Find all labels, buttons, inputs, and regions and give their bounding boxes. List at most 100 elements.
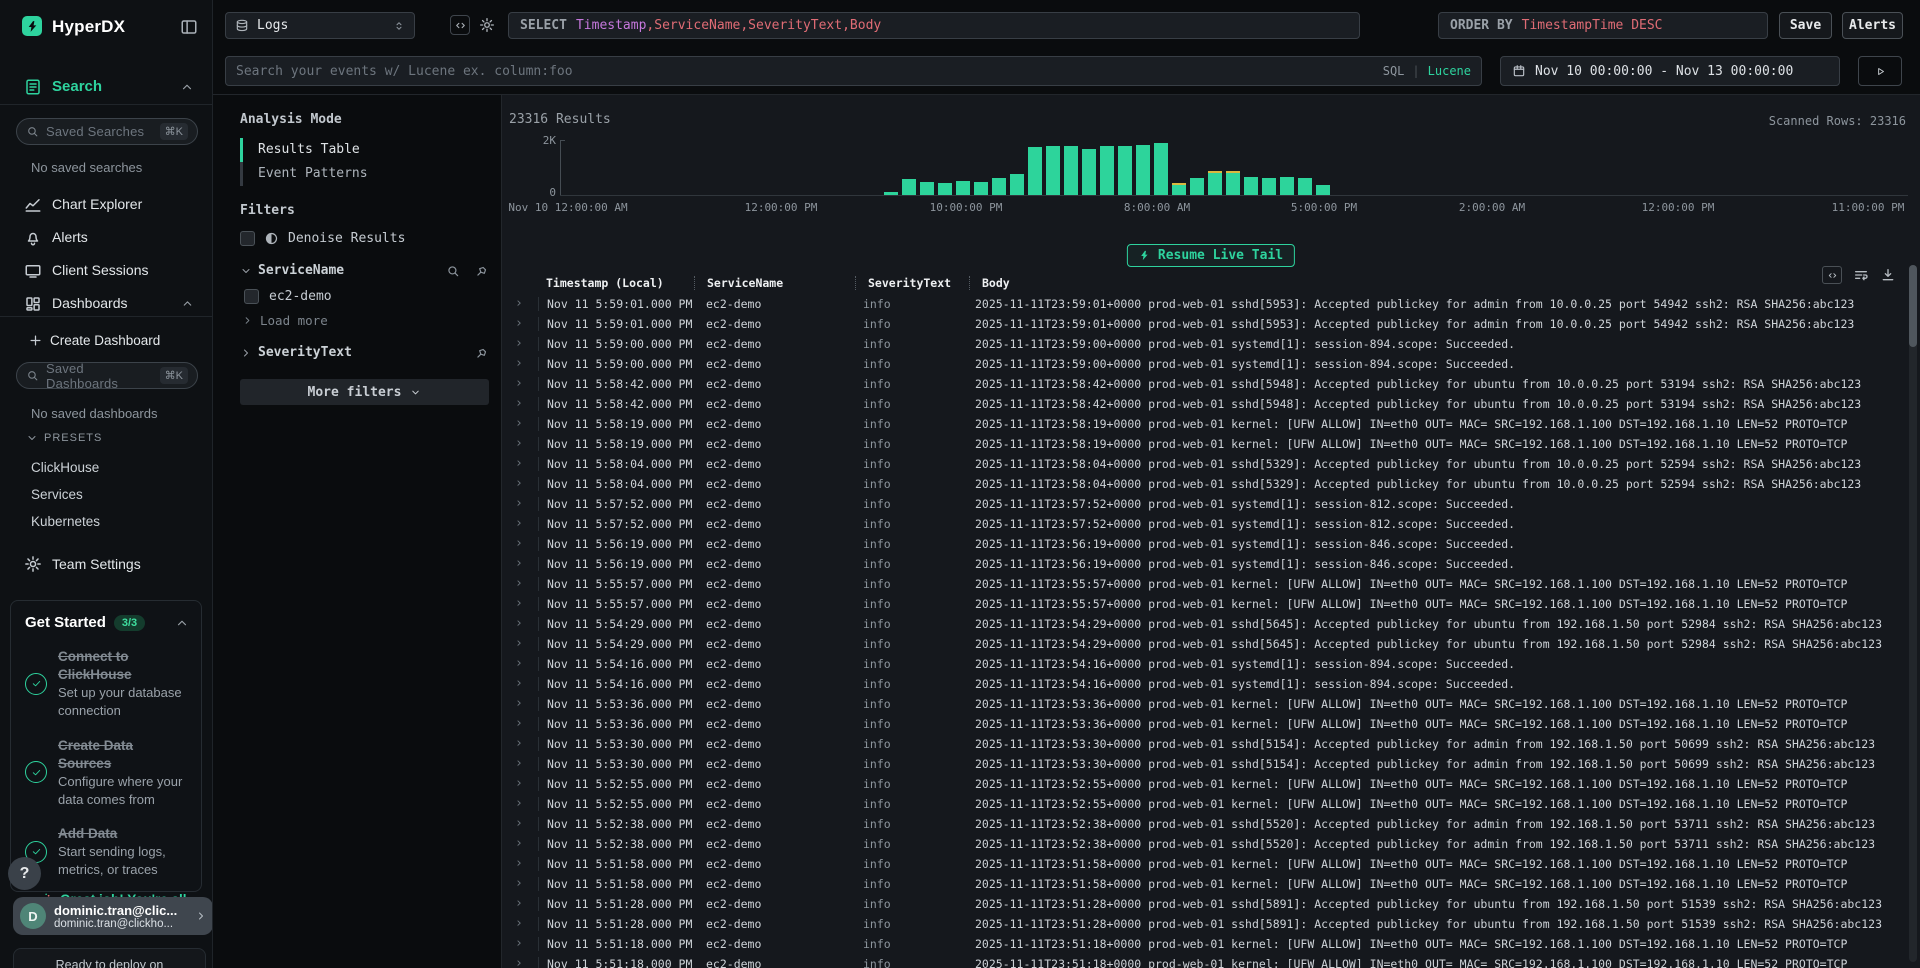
create-dashboard-button[interactable]: Create Dashboard <box>0 330 212 354</box>
more-filters-button[interactable]: More filters <box>240 379 489 405</box>
language-sql-toggle[interactable]: SQL <box>1383 64 1405 78</box>
table-row[interactable]: ›Nov 11 5:54:29.000 PMec2-demoinfo2025-1… <box>506 614 1902 634</box>
row-expand-icon[interactable]: › <box>506 734 538 754</box>
filter-value-checkbox[interactable] <box>244 289 259 304</box>
row-expand-icon[interactable]: › <box>506 294 538 314</box>
row-expand-icon[interactable]: › <box>506 914 538 934</box>
table-row[interactable]: ›Nov 11 5:56:19.000 PMec2-demoinfo2025-1… <box>506 534 1902 554</box>
row-expand-icon[interactable]: › <box>506 774 538 794</box>
row-expand-icon[interactable]: › <box>506 654 538 674</box>
row-expand-icon[interactable]: › <box>506 474 538 494</box>
language-lucene-toggle[interactable]: Lucene <box>1428 64 1471 78</box>
row-expand-icon[interactable]: › <box>506 834 538 854</box>
saved-dashboards-input[interactable]: Saved Dashboards ⌘K <box>16 362 198 389</box>
sidebar-item-alerts[interactable]: Alerts <box>0 221 212 254</box>
table-row[interactable]: ›Nov 11 5:58:42.000 PMec2-demoinfo2025-1… <box>506 374 1902 394</box>
scrollbar-thumb[interactable] <box>1909 265 1917 347</box>
denoise-checkbox[interactable] <box>240 231 255 246</box>
table-row[interactable]: ›Nov 11 5:52:38.000 PMec2-demoinfo2025-1… <box>506 814 1902 834</box>
user-menu[interactable]: D dominic.tran@clic... dominic.tran@clic… <box>13 897 213 935</box>
row-expand-icon[interactable]: › <box>506 754 538 774</box>
preset-services[interactable]: Services <box>0 481 212 508</box>
table-row[interactable]: ›Nov 11 5:53:30.000 PMec2-demoinfo2025-1… <box>506 754 1902 774</box>
presets-toggle[interactable]: PRESETS <box>26 432 102 444</box>
table-row[interactable]: ›Nov 11 5:55:57.000 PMec2-demoinfo2025-1… <box>506 574 1902 594</box>
table-row[interactable]: ›Nov 11 5:58:19.000 PMec2-demoinfo2025-1… <box>506 414 1902 434</box>
deploy-banner[interactable]: Ready to deploy on <box>13 948 206 968</box>
sidebar-item-client-sessions[interactable]: Client Sessions <box>0 254 212 287</box>
row-expand-icon[interactable]: › <box>506 854 538 874</box>
row-expand-icon[interactable]: › <box>506 314 538 334</box>
events-histogram[interactable]: 2K 0 Nov 10 12:00:00 AM12:00:00 PM10:00:… <box>502 133 1920 213</box>
vertical-scrollbar[interactable] <box>1909 265 1917 962</box>
table-row[interactable]: ›Nov 11 5:53:36.000 PMec2-demoinfo2025-1… <box>506 694 1902 714</box>
table-row[interactable]: ›Nov 11 5:51:58.000 PMec2-demoinfo2025-1… <box>506 874 1902 894</box>
get-started-step-connect-to-clickhouse[interactable]: Connect to ClickHouseSet up your databas… <box>25 648 189 720</box>
analysis-mode-results-table[interactable]: Results Table <box>240 138 489 162</box>
column-header-servicename[interactable]: ServiceName <box>694 276 855 290</box>
run-query-button[interactable] <box>1858 56 1902 86</box>
table-row[interactable]: ›Nov 11 5:59:01.000 PMec2-demoinfo2025-1… <box>506 294 1902 314</box>
order-by-input[interactable]: ORDER BY TimestampTime DESC <box>1438 12 1768 39</box>
table-row[interactable]: ›Nov 11 5:54:16.000 PMec2-demoinfo2025-1… <box>506 654 1902 674</box>
column-header-severitytext[interactable]: SeverityText <box>855 276 969 290</box>
get-started-step-add-data[interactable]: Add DataStart sending logs, metrics, or … <box>25 825 189 878</box>
filter-value-ec2-demo[interactable]: ec2-demo <box>244 289 489 304</box>
chevron-up-icon[interactable] <box>181 297 194 310</box>
save-button[interactable]: Save <box>1779 12 1832 39</box>
get-started-header[interactable]: Get Started 3/3 <box>25 614 189 631</box>
sidebar-item-search[interactable]: Search <box>0 76 212 100</box>
row-expand-icon[interactable]: › <box>506 634 538 654</box>
row-expand-icon[interactable]: › <box>506 434 538 454</box>
pin-icon[interactable] <box>475 346 489 360</box>
table-row[interactable]: ›Nov 11 5:51:18.000 PMec2-demoinfo2025-1… <box>506 934 1902 954</box>
source-settings-button[interactable] <box>477 15 497 35</box>
filter-group-servicename[interactable]: ServiceName <box>240 263 489 278</box>
edit-source-button[interactable] <box>450 15 470 35</box>
row-expand-icon[interactable]: › <box>506 414 538 434</box>
pin-icon[interactable] <box>475 264 489 278</box>
preset-kubernetes[interactable]: Kubernetes <box>0 508 212 535</box>
time-range-picker[interactable]: Nov 10 00:00:00 - Nov 13 00:00:00 <box>1500 56 1840 86</box>
table-row[interactable]: ›Nov 11 5:59:00.000 PMec2-demoinfo2025-1… <box>506 354 1902 374</box>
table-row[interactable]: ›Nov 11 5:58:42.000 PMec2-demoinfo2025-1… <box>506 394 1902 414</box>
denoise-results-option[interactable]: Denoise Results <box>240 231 489 246</box>
table-row[interactable]: ›Nov 11 5:57:52.000 PMec2-demoinfo2025-1… <box>506 494 1902 514</box>
source-select[interactable]: Logs <box>225 12 415 39</box>
analysis-mode-event-patterns[interactable]: Event Patterns <box>240 162 489 186</box>
table-row[interactable]: ›Nov 11 5:59:00.000 PMec2-demoinfo2025-1… <box>506 334 1902 354</box>
column-header-timestamp-local[interactable]: Timestamp (Local) <box>538 276 694 290</box>
row-expand-icon[interactable]: › <box>506 934 538 954</box>
table-row[interactable]: ›Nov 11 5:58:04.000 PMec2-demoinfo2025-1… <box>506 454 1902 474</box>
row-expand-icon[interactable]: › <box>506 794 538 814</box>
table-row[interactable]: ›Nov 11 5:54:16.000 PMec2-demoinfo2025-1… <box>506 674 1902 694</box>
row-expand-icon[interactable]: › <box>506 674 538 694</box>
row-expand-icon[interactable]: › <box>506 534 538 554</box>
preset-clickhouse[interactable]: ClickHouse <box>0 454 212 481</box>
column-header-body[interactable]: Body <box>969 276 1900 290</box>
table-row[interactable]: ›Nov 11 5:58:04.000 PMec2-demoinfo2025-1… <box>506 474 1902 494</box>
row-expand-icon[interactable]: › <box>506 334 538 354</box>
table-row[interactable]: ›Nov 11 5:55:57.000 PMec2-demoinfo2025-1… <box>506 594 1902 614</box>
row-expand-icon[interactable]: › <box>506 874 538 894</box>
row-expand-icon[interactable]: › <box>506 454 538 474</box>
row-expand-icon[interactable]: › <box>506 574 538 594</box>
row-expand-icon[interactable]: › <box>506 554 538 574</box>
sidebar-collapse-icon[interactable] <box>180 18 198 36</box>
row-expand-icon[interactable]: › <box>506 814 538 834</box>
table-row[interactable]: ›Nov 11 5:54:29.000 PMec2-demoinfo2025-1… <box>506 634 1902 654</box>
row-expand-icon[interactable]: › <box>506 374 538 394</box>
table-row[interactable]: ›Nov 11 5:52:55.000 PMec2-demoinfo2025-1… <box>506 774 1902 794</box>
search-icon[interactable] <box>446 264 460 278</box>
filter-group-severitytext[interactable]: SeverityText <box>240 345 489 360</box>
table-row[interactable]: ›Nov 11 5:53:30.000 PMec2-demoinfo2025-1… <box>506 734 1902 754</box>
row-expand-icon[interactable]: › <box>506 614 538 634</box>
table-row[interactable]: ›Nov 11 5:51:28.000 PMec2-demoinfo2025-1… <box>506 894 1902 914</box>
chevron-up-icon[interactable] <box>180 80 194 94</box>
table-row[interactable]: ›Nov 11 5:57:52.000 PMec2-demoinfo2025-1… <box>506 514 1902 534</box>
table-row[interactable]: ›Nov 11 5:59:01.000 PMec2-demoinfo2025-1… <box>506 314 1902 334</box>
row-expand-icon[interactable]: › <box>506 714 538 734</box>
row-expand-icon[interactable]: › <box>506 354 538 374</box>
alerts-button[interactable]: Alerts <box>1842 12 1903 39</box>
row-expand-icon[interactable]: › <box>506 594 538 614</box>
